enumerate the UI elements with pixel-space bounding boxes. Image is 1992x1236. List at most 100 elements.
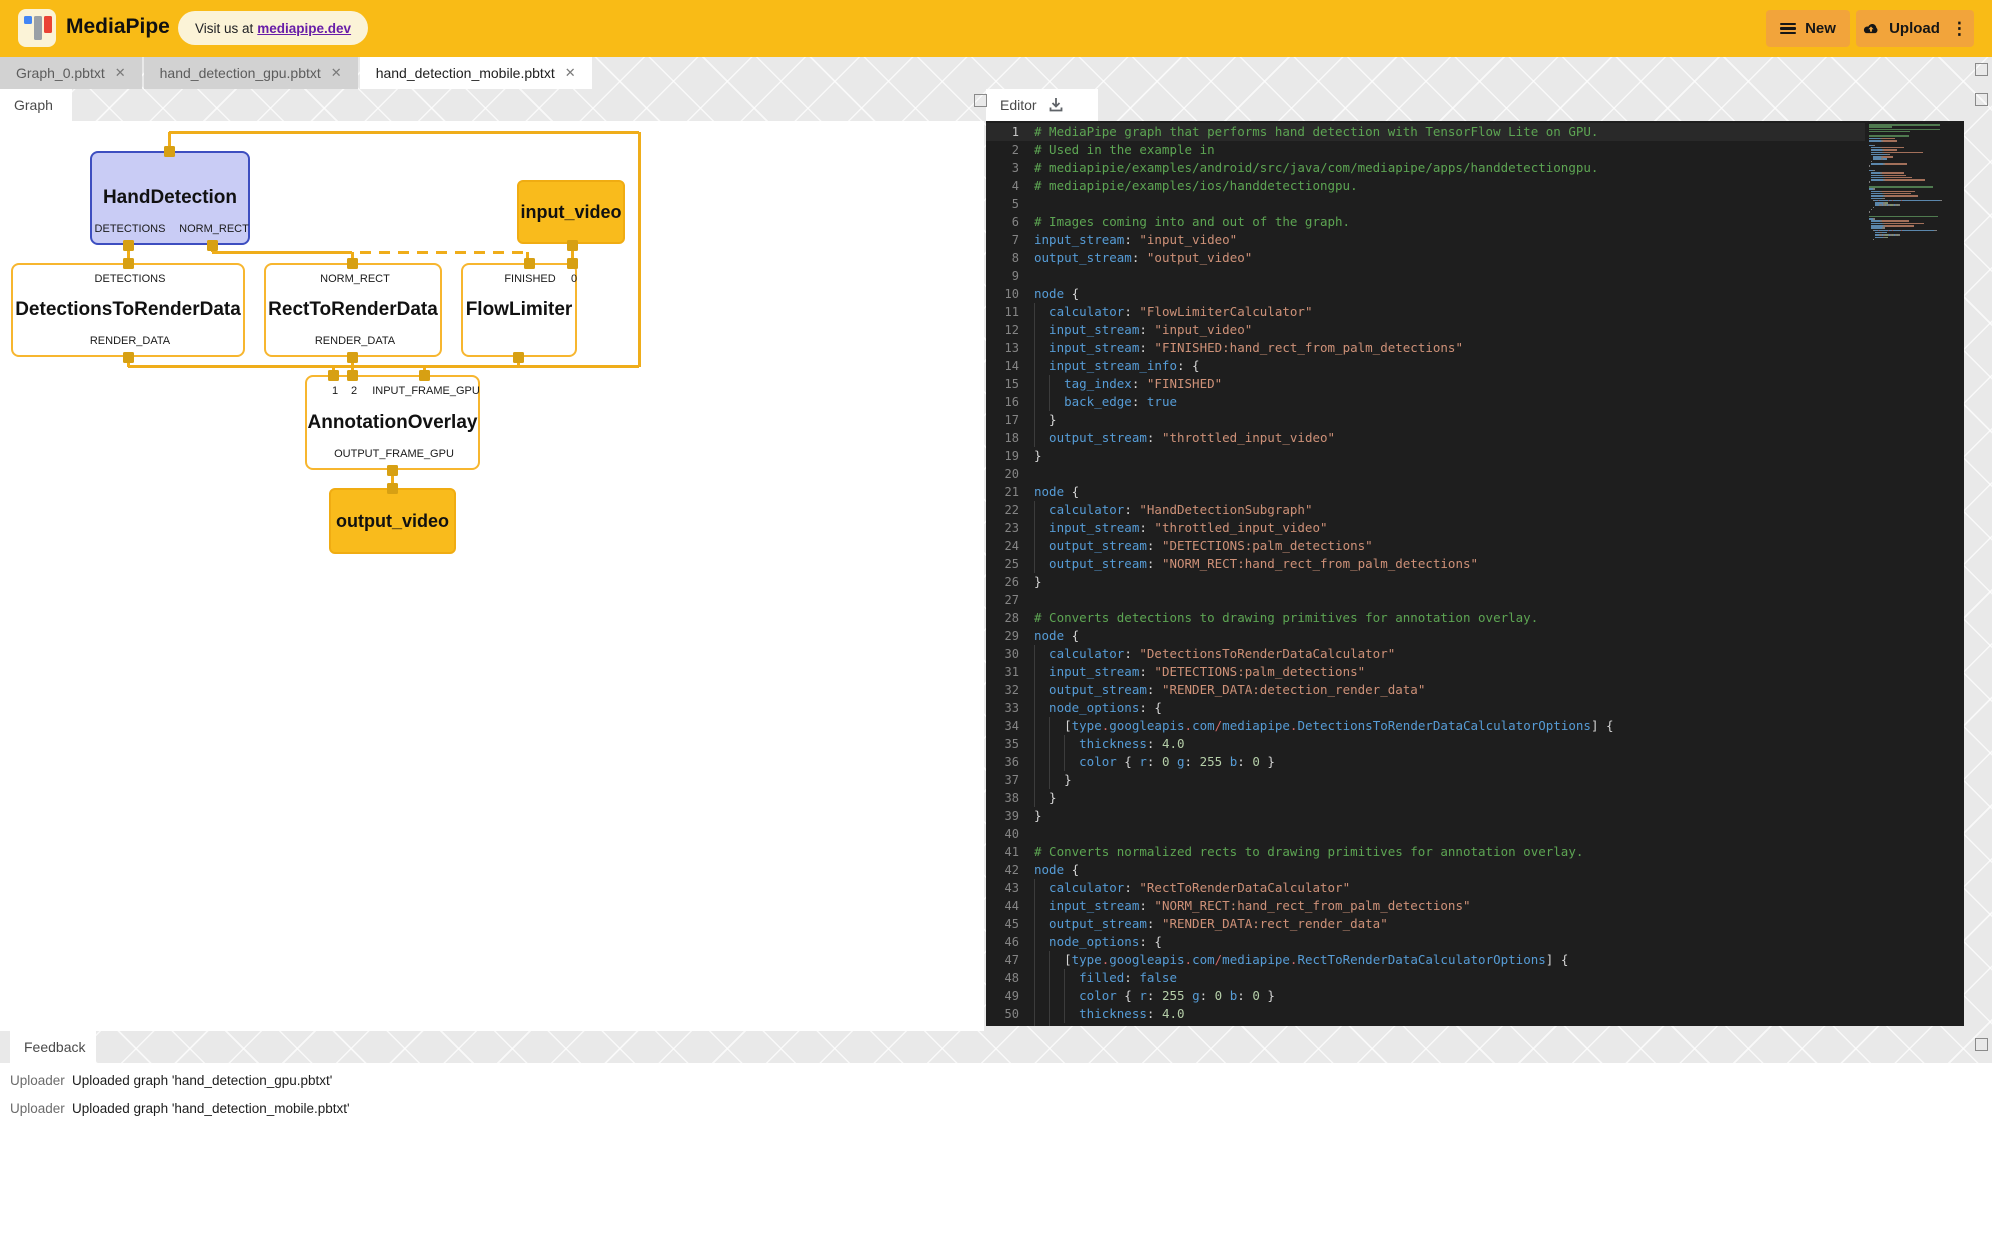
code-line[interactable]: 43 calculator: "RectToRenderDataCalculat… — [986, 879, 1964, 897]
minimap-line — [1869, 161, 1962, 163]
download-icon[interactable] — [1047, 96, 1065, 114]
code-line[interactable]: 20 — [986, 465, 1964, 483]
more-options-icon[interactable]: ⋮ — [1951, 19, 1968, 39]
code-line[interactable]: 45 output_stream: "RENDER_DATA:rect_rend… — [986, 915, 1964, 933]
stream-connector[interactable] — [123, 352, 134, 363]
code-line[interactable]: 9 — [986, 267, 1964, 285]
stream-connector[interactable] — [347, 352, 358, 363]
code-line[interactable]: 1# MediaPipe graph that performs hand de… — [986, 123, 1964, 141]
code-line[interactable]: 23 input_stream: "throttled_input_video" — [986, 519, 1964, 537]
expand-editor-panel-icon[interactable] — [1975, 93, 1988, 106]
code-line[interactable]: 34 [type.googleapis.com/mediapipe.Detect… — [986, 717, 1964, 735]
stream-connector[interactable] — [567, 240, 578, 251]
code-line[interactable]: 37 } — [986, 771, 1964, 789]
code-line[interactable]: 17 } — [986, 411, 1964, 429]
code-line[interactable]: 8output_stream: "output_video" — [986, 249, 1964, 267]
code-line[interactable]: 13 input_stream: "FINISHED:hand_rect_fro… — [986, 339, 1964, 357]
graph-panel-tab[interactable]: Graph — [0, 89, 72, 121]
graph-node-FlowLimiter[interactable]: FlowLimiterFINISHED0 — [461, 263, 577, 357]
code-line[interactable]: 27 — [986, 591, 1964, 609]
close-tab-icon[interactable]: ✕ — [115, 65, 126, 81]
code-text: # mediapipie/examples/ios/handdetectiong… — [1034, 177, 1358, 195]
code-line[interactable]: 5 — [986, 195, 1964, 213]
code-line[interactable]: 50 thickness: 4.0 — [986, 1005, 1964, 1023]
code-line[interactable]: 12 input_stream: "input_video" — [986, 321, 1964, 339]
code-line[interactable]: 51 } — [986, 1023, 1964, 1026]
graph-node-HandDetection[interactable]: HandDetectionDETECTIONSNORM_RECT — [90, 151, 250, 245]
code-line[interactable]: 24 output_stream: "DETECTIONS:palm_detec… — [986, 537, 1964, 555]
code-line[interactable]: 11 calculator: "FlowLimiterCalculator" — [986, 303, 1964, 321]
code-line[interactable]: 6# Images coming into and out of the gra… — [986, 213, 1964, 231]
stream-connector[interactable] — [419, 370, 430, 381]
code-line[interactable]: 31 input_stream: "DETECTIONS:palm_detect… — [986, 663, 1964, 681]
code-line[interactable]: 21node { — [986, 483, 1964, 501]
graph-node-output_video[interactable]: output_video — [329, 488, 456, 554]
close-tab-icon[interactable]: ✕ — [331, 65, 342, 81]
close-tab-icon[interactable]: ✕ — [565, 65, 576, 81]
code-line[interactable]: 35 thickness: 4.0 — [986, 735, 1964, 753]
code-line[interactable]: 30 calculator: "DetectionsToRenderDataCa… — [986, 645, 1964, 663]
code-line[interactable]: 19} — [986, 447, 1964, 465]
code-line[interactable]: 18 output_stream: "throttled_input_video… — [986, 429, 1964, 447]
code-line[interactable]: 16 back_edge: true — [986, 393, 1964, 411]
code-line[interactable]: 41# Converts normalized rects to drawing… — [986, 843, 1964, 861]
code-line[interactable]: 48 filled: false — [986, 969, 1964, 987]
code-line[interactable]: 29node { — [986, 627, 1964, 645]
code-line[interactable]: 46 node_options: { — [986, 933, 1964, 951]
expand-graph-panel-icon[interactable] — [974, 94, 987, 107]
graph-node-AnnotationOverlay[interactable]: AnnotationOverlay12INPUT_FRAME_GPUOUTPUT… — [305, 375, 480, 470]
code-lines[interactable]: 1# MediaPipe graph that performs hand de… — [986, 123, 1964, 1026]
code-line[interactable]: 15 tag_index: "FINISHED" — [986, 375, 1964, 393]
graph-node-DetectionsToRenderData[interactable]: DetectionsToRenderDataDETECTIONSRENDER_D… — [11, 263, 245, 357]
expand-tabstrip-icon[interactable] — [1975, 63, 1988, 76]
stream-connector[interactable] — [207, 240, 218, 251]
expand-feedback-panel-icon[interactable] — [1975, 1038, 1988, 1051]
code-line[interactable]: 36 color { r: 0 g: 255 b: 0 } — [986, 753, 1964, 771]
tab-hand-detection-gpu-pbtxt[interactable]: hand_detection_gpu.pbtxt ✕ — [144, 57, 358, 89]
code-line[interactable]: 32 output_stream: "RENDER_DATA:detection… — [986, 681, 1964, 699]
stream-connector[interactable] — [123, 240, 134, 251]
mediapipe-dev-link[interactable]: mediapipe.dev — [257, 21, 351, 36]
stream-connector[interactable] — [387, 465, 398, 476]
code-line[interactable]: 28# Converts detections to drawing primi… — [986, 609, 1964, 627]
code-line[interactable]: 2# Used in the example in — [986, 141, 1964, 159]
new-button[interactable]: New — [1766, 10, 1850, 47]
stream-connector[interactable] — [387, 483, 398, 494]
stream-connector[interactable] — [524, 258, 535, 269]
editor-minimap[interactable] — [1865, 121, 1964, 1026]
code-line[interactable]: 40 — [986, 825, 1964, 843]
code-line[interactable]: 38 } — [986, 789, 1964, 807]
code-line[interactable]: 22 calculator: "HandDetectionSubgraph" — [986, 501, 1964, 519]
code-line[interactable]: 14 input_stream_info: { — [986, 357, 1964, 375]
code-text: thickness: 4.0 — [1034, 735, 1185, 753]
code-line[interactable]: 3# mediapipie/examples/android/src/java/… — [986, 159, 1964, 177]
stream-connector[interactable] — [567, 258, 578, 269]
stream-connector[interactable] — [164, 146, 175, 157]
graph-node-RectToRenderData[interactable]: RectToRenderDataNORM_RECTRENDER_DATA — [264, 263, 442, 357]
code-editor[interactable]: 1# MediaPipe graph that performs hand de… — [986, 121, 1964, 1026]
code-line[interactable]: 39} — [986, 807, 1964, 825]
stream-connector[interactable] — [347, 370, 358, 381]
graph-node-input_video[interactable]: input_video — [517, 180, 625, 244]
code-line[interactable]: 47 [type.googleapis.com/mediapipe.RectTo… — [986, 951, 1964, 969]
tab-graph-0-pbtxt[interactable]: Graph_0.pbtxt ✕ — [0, 57, 142, 89]
code-line[interactable]: 10node { — [986, 285, 1964, 303]
graph-canvas[interactable]: HandDetectionDETECTIONSNORM_RECT input_vi… — [0, 121, 984, 1031]
feedback-panel-tab[interactable]: Feedback — [10, 1031, 96, 1063]
editor-panel-tab[interactable]: Editor — [986, 89, 1098, 121]
upload-button[interactable]: Upload ⋮ — [1856, 10, 1974, 47]
code-line[interactable]: 25 output_stream: "NORM_RECT:hand_rect_f… — [986, 555, 1964, 573]
code-line[interactable]: 4# mediapipie/examples/ios/handdetection… — [986, 177, 1964, 195]
code-line[interactable]: 7input_stream: "input_video" — [986, 231, 1964, 249]
code-line[interactable]: 42node { — [986, 861, 1964, 879]
code-line[interactable]: 33 node_options: { — [986, 699, 1964, 717]
code-line[interactable]: 44 input_stream: "NORM_RECT:hand_rect_fr… — [986, 897, 1964, 915]
stream-connector[interactable] — [123, 258, 134, 269]
stream-connector[interactable] — [328, 370, 339, 381]
stream-connector[interactable] — [513, 352, 524, 363]
stream-connector[interactable] — [347, 258, 358, 269]
code-line[interactable]: 26} — [986, 573, 1964, 591]
tab-hand-detection-mobile-pbtxt[interactable]: hand_detection_mobile.pbtxt ✕ — [360, 57, 592, 89]
line-number: 10 — [986, 285, 1034, 303]
code-line[interactable]: 49 color { r: 255 g: 0 b: 0 } — [986, 987, 1964, 1005]
